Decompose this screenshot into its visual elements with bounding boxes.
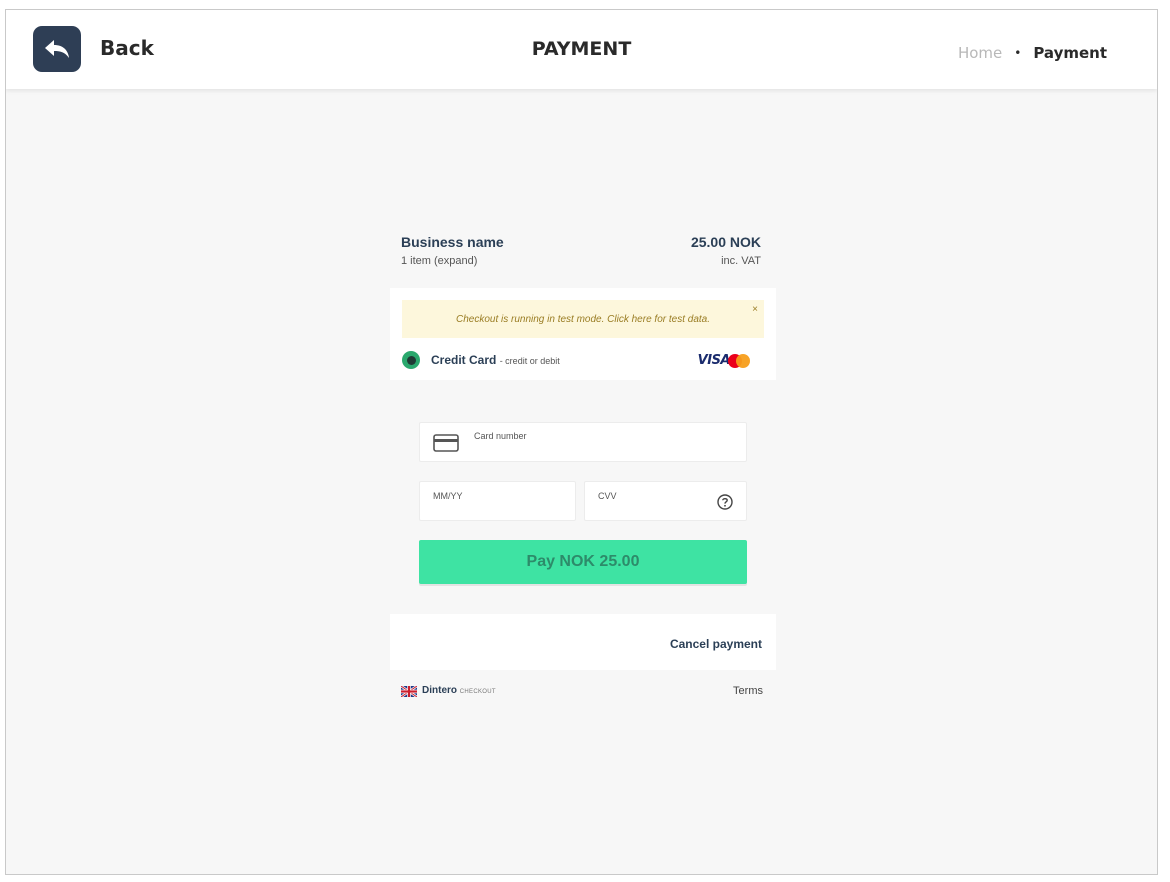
visa-logo: VISA [697,353,731,368]
payment-method-name: Credit Card [431,353,497,367]
test-mode-text: Checkout is running in test mode. Click … [455,313,710,325]
close-icon[interactable]: × [752,304,758,315]
breadcrumb-home[interactable]: Home [958,44,1002,62]
card-number-field[interactable]: Card number [419,422,747,462]
payment-method-label: Credit Card - credit or debit [431,353,560,367]
payment-method-sublabel: - credit or debit [499,356,560,366]
card-number-label: Card number [474,431,527,441]
breadcrumb-current: Payment [1033,44,1107,62]
footer: Dintero CHECKOUT Terms [401,684,765,700]
cvv-field[interactable]: CVV [584,481,747,521]
payment-method-card: Checkout is running in test mode. Click … [390,288,776,380]
vat-note: inc. VAT [721,255,761,267]
cancel-payment-button[interactable]: Cancel payment [670,637,762,651]
payment-method-credit-card[interactable]: Credit Card - credit or debit VISA [402,350,764,372]
expiry-label: MM/YY [433,491,463,501]
dintero-logo: Dintero CHECKOUT [422,685,496,696]
breadcrumb: Home • Payment [958,44,1107,62]
header: Back PAYMENT Home • Payment [6,10,1157,89]
radio-selected-dot [406,355,416,365]
pay-button[interactable]: Pay NOK 25.00 [419,540,747,584]
cancel-card: Cancel payment [390,614,776,670]
uk-flag-icon[interactable] [401,686,417,697]
credit-card-icon [433,434,459,452]
payment-method-radio[interactable] [402,351,420,369]
dintero-brand: Dintero [422,685,457,696]
item-count-expand[interactable]: 1 item (expand) [401,255,477,267]
order-summary: Business name 1 item (expand) 25.00 NOK … [401,234,761,274]
order-amount: 25.00 NOK [690,234,761,250]
mastercard-icon [728,354,750,368]
breadcrumb-separator: • [1014,46,1022,60]
help-icon[interactable] [717,494,733,510]
checkout-tag: CHECKOUT [459,689,496,695]
business-name: Business name [401,234,504,250]
app-frame: Back PAYMENT Home • Payment Business nam… [5,9,1158,875]
terms-link[interactable]: Terms [733,685,763,697]
expiry-field[interactable]: MM/YY [419,481,576,521]
cvv-label: CVV [598,491,617,501]
test-mode-banner[interactable]: Checkout is running in test mode. Click … [402,300,764,338]
